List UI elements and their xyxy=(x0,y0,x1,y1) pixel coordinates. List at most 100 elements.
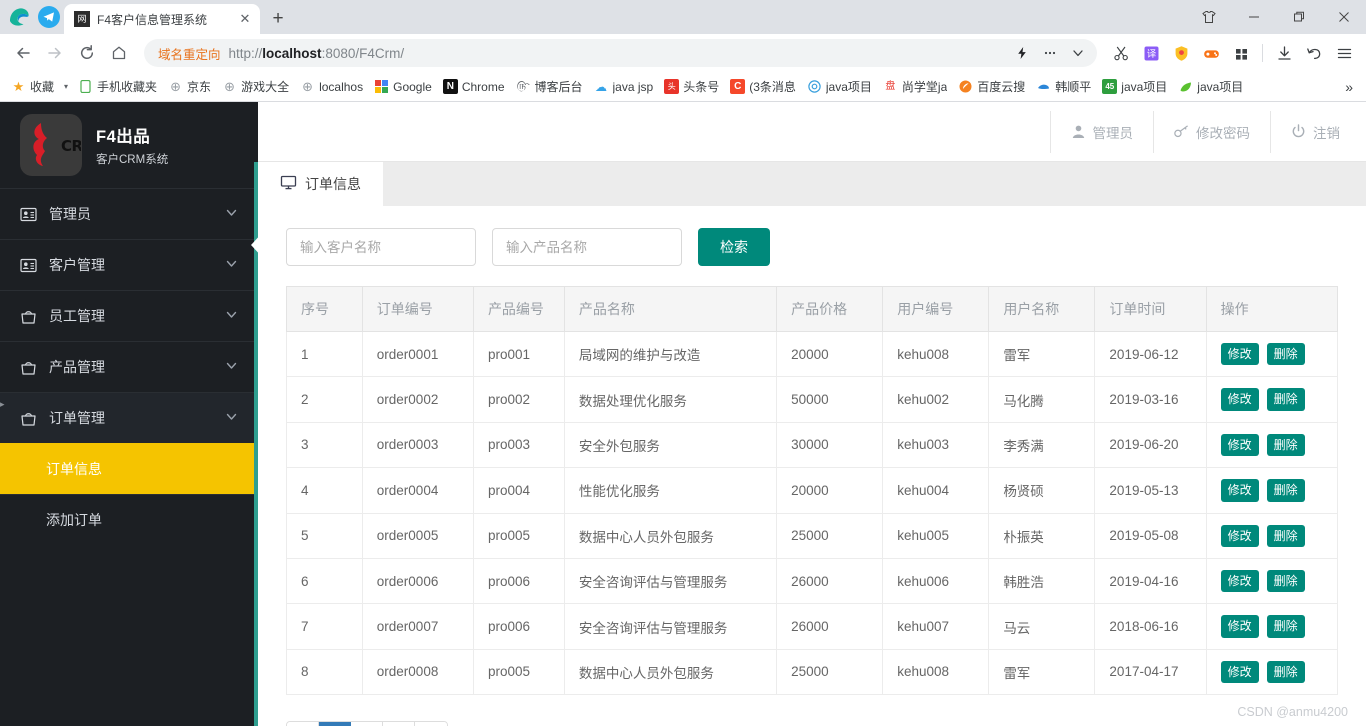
cell-user-no: kehu002 xyxy=(882,376,990,423)
forward-button[interactable] xyxy=(40,38,70,68)
delete-button[interactable]: 删除 xyxy=(1266,569,1305,593)
bookmarks-caret-icon[interactable]: ▾ xyxy=(60,82,72,91)
bookmark-item[interactable]: ★ 收藏 xyxy=(6,75,59,98)
edit-button[interactable]: 修改 xyxy=(1220,524,1259,547)
bookmark-label: 博客后台 xyxy=(534,80,583,94)
back-button[interactable] xyxy=(8,38,38,68)
window-minimize-button[interactable] xyxy=(1231,0,1276,34)
new-tab-button[interactable]: + xyxy=(264,5,292,33)
translate-icon[interactable]: 译 xyxy=(1137,38,1165,68)
bookmark-item[interactable]: 韩顺平 xyxy=(1031,75,1096,98)
bookmark-item[interactable]: Google xyxy=(369,76,437,97)
sidebar-item-0[interactable]: 管理员 xyxy=(0,188,258,239)
browser-toolbar: 域名重定向 http://localhost:8080/F4Crm/ 译 xyxy=(0,34,1366,72)
cell-order-no: order0006 xyxy=(361,557,474,605)
home-button[interactable] xyxy=(104,38,134,68)
lightning-icon[interactable] xyxy=(1009,40,1035,66)
bookmark-label: java项目 xyxy=(825,80,872,94)
pagination-page-2[interactable]: 2 xyxy=(351,722,383,726)
bookmark-item[interactable]: N Chrome xyxy=(438,76,510,97)
c-icon: C xyxy=(730,79,746,94)
bookmark-item[interactable]: ☁ java jsp xyxy=(589,76,659,97)
cell-product-no: pro005 xyxy=(472,512,565,559)
bookmark-item[interactable]: 百度云搜 xyxy=(953,75,1030,98)
bookmark-item[interactable]: 盘尚学堂ja xyxy=(878,75,952,98)
window-close-button[interactable] xyxy=(1321,0,1366,34)
sidebar-subitem-1[interactable]: 添加订单 xyxy=(0,494,258,545)
edit-button[interactable]: 修改 xyxy=(1220,660,1259,684)
pagination-next[interactable]: » xyxy=(415,722,447,726)
browser-tab[interactable]: 网 F4客户信息管理系统 ✕ xyxy=(64,4,260,34)
bookmark-item[interactable]: ⊕ localhos xyxy=(295,76,368,97)
bookmark-item[interactable]: java项目 xyxy=(1173,75,1248,98)
table-row: 2 order0002 pro002 数据处理优化服务 50000 kehu002 马化腾 2… xyxy=(286,376,1339,423)
cell-product-name: 安全外包服务 xyxy=(563,421,778,469)
tab-close-icon[interactable]: ✕ xyxy=(236,10,254,28)
bookmarks-overflow-icon[interactable]: » xyxy=(1338,79,1360,95)
game-icon[interactable] xyxy=(1197,38,1225,68)
sidebar-item-2[interactable]: 员工管理 xyxy=(0,290,258,341)
header-item-label: 注销 xyxy=(1313,125,1340,141)
customer-name-input[interactable] xyxy=(286,228,476,266)
pagination-page-1[interactable]: 1 xyxy=(319,722,351,726)
scissors-icon[interactable] xyxy=(1107,38,1135,68)
cell-product-no: pro001 xyxy=(472,330,565,378)
bookmark-item[interactable]: C (3条消息 xyxy=(725,75,801,98)
tab-order-info[interactable]: 订单信息 xyxy=(258,162,383,206)
cell-order-no: order0003 xyxy=(361,421,474,469)
download-icon[interactable] xyxy=(1270,38,1298,68)
delete-button[interactable]: 删除 xyxy=(1266,660,1305,684)
bookmark-item[interactable]: 头头条号 xyxy=(659,75,724,98)
edit-button[interactable]: 修改 xyxy=(1220,343,1259,366)
sidebar-collapse-arrow-icon[interactable]: ▸ xyxy=(0,399,5,410)
apps-grid-icon[interactable] xyxy=(1227,38,1255,68)
sidebar-item-3[interactable]: 产品管理 xyxy=(0,341,258,392)
chevron-down-icon xyxy=(225,206,238,222)
sidebar-subitem-0[interactable]: 订单信息 xyxy=(0,443,258,494)
bookmark-item[interactable]: ௹ 博客后台 xyxy=(511,75,588,98)
pagination-prev[interactable]: « xyxy=(287,722,319,726)
cell-order-no: order0001 xyxy=(361,330,474,378)
table-header-cell-8: 操作 xyxy=(1205,286,1339,332)
bookmark-item[interactable]: ⊕ 游戏大全 xyxy=(217,75,294,98)
delete-button[interactable]: 删除 xyxy=(1266,388,1305,411)
orders-table-body: 1 order0001 pro001 局域网的维护与改造 20000 kehu008 雷军 2… xyxy=(286,330,1339,696)
bookmark-item[interactable]: 手机收藏夹 xyxy=(73,75,162,98)
header-item-0[interactable]: 管理员 xyxy=(1049,110,1154,153)
window-maximize-button[interactable] xyxy=(1276,0,1321,34)
bookmark-item[interactable]: ⊕ 京东 xyxy=(163,75,216,98)
cell-actions: 修改 删除 xyxy=(1205,467,1339,514)
cell-product-no: pro002 xyxy=(472,376,565,423)
header-item-1[interactable]: 修改密码 xyxy=(1153,110,1270,153)
reload-button[interactable] xyxy=(72,38,102,68)
more-dots-icon[interactable] xyxy=(1037,40,1063,66)
delete-button[interactable]: 删除 xyxy=(1266,433,1305,457)
sidebar-item-4[interactable]: 订单管理 xyxy=(0,392,258,443)
sidebar-item-1[interactable]: 客户管理 xyxy=(0,239,258,290)
edit-button[interactable]: 修改 xyxy=(1220,479,1259,502)
address-bar[interactable]: 域名重定向 http://localhost:8080/F4Crm/ xyxy=(144,39,1097,67)
cell-actions: 修改 删除 xyxy=(1205,421,1339,469)
delete-button[interactable]: 删除 xyxy=(1266,479,1305,502)
cell-product-name: 数据中心人员外包服务 xyxy=(563,648,778,696)
menu-icon[interactable] xyxy=(1330,38,1358,68)
edit-button[interactable]: 修改 xyxy=(1220,615,1259,638)
chevron-down-icon[interactable] xyxy=(1065,40,1091,66)
undo-icon[interactable] xyxy=(1300,38,1328,68)
edit-button[interactable]: 修改 xyxy=(1220,388,1259,411)
product-name-input[interactable] xyxy=(492,228,682,266)
cell-user-no: kehu008 xyxy=(882,330,990,378)
header-item-2[interactable]: 注销 xyxy=(1270,110,1366,153)
pagination-page-3[interactable]: 3 xyxy=(383,722,415,726)
search-button[interactable]: 检索 xyxy=(698,228,770,266)
edit-button[interactable]: 修改 xyxy=(1220,569,1259,593)
collect-shirt-icon[interactable] xyxy=(1186,0,1231,34)
bookmark-item[interactable]: 45 java项目 xyxy=(1097,75,1172,98)
delete-button[interactable]: 删除 xyxy=(1266,343,1305,366)
delete-button[interactable]: 删除 xyxy=(1266,615,1305,638)
edit-button[interactable]: 修改 xyxy=(1220,433,1259,457)
cell-user-no: kehu008 xyxy=(882,648,990,696)
delete-button[interactable]: 删除 xyxy=(1266,524,1305,547)
bookmark-item[interactable]: java项目 xyxy=(802,75,877,98)
shield-icon[interactable] xyxy=(1167,38,1195,68)
